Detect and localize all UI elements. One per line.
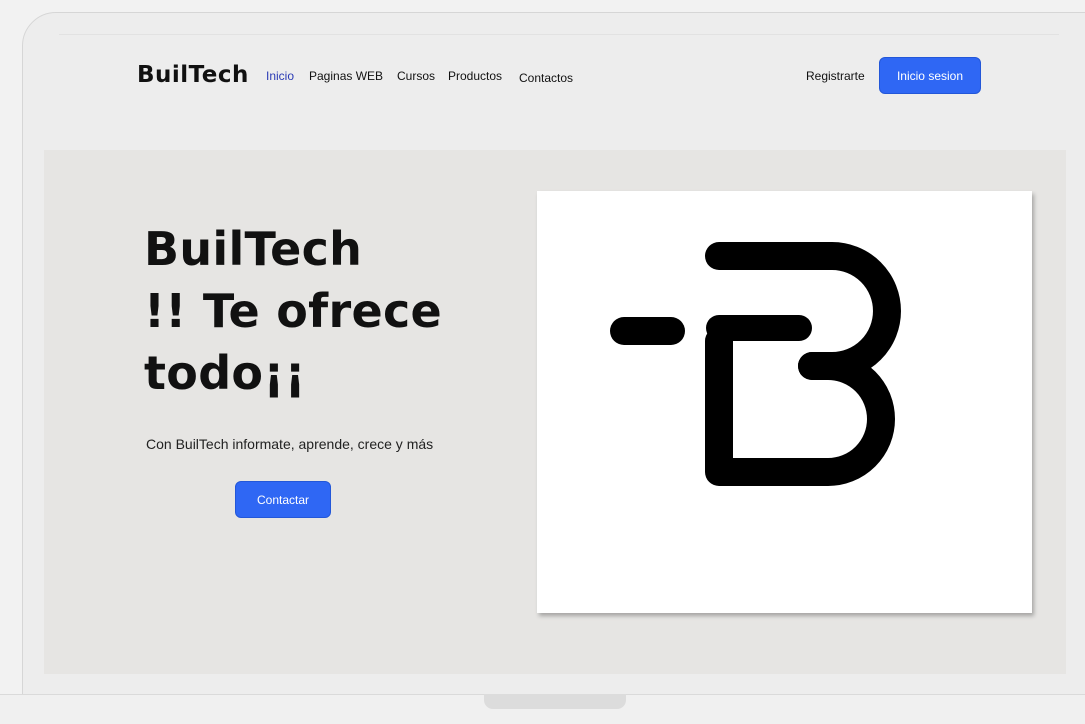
logo-card xyxy=(537,191,1032,613)
login-button[interactable]: Inicio sesion xyxy=(879,57,981,94)
hero-title-line-2: !! Te ofrece xyxy=(144,284,443,338)
hero-title: BuilTech !! Te ofrece todo¡¡ xyxy=(144,218,442,404)
hero-title-line-3: todo¡¡ xyxy=(144,346,306,400)
logo-top-bowl xyxy=(705,242,901,380)
brand-logo-text[interactable]: BuilTech xyxy=(137,62,249,88)
nav-item-productos[interactable]: Productos xyxy=(448,69,502,83)
nav-item-contactos[interactable]: Contactos xyxy=(519,71,573,85)
screen-top-divider xyxy=(59,34,1059,35)
hero-title-line-1: BuilTech xyxy=(144,222,363,276)
hero-subtitle: Con BuilTech informate, aprende, crece y… xyxy=(146,436,434,452)
nav-item-paginas-web[interactable]: Paginas WEB xyxy=(309,69,383,83)
laptop-notch xyxy=(484,694,626,709)
hero-section: BuilTech !! Te ofrece todo¡¡ Con BuilTec… xyxy=(44,150,1066,674)
nav-item-inicio[interactable]: Inicio xyxy=(266,69,294,83)
nav-item-cursos[interactable]: Cursos xyxy=(397,69,435,83)
logo-lower-bowl xyxy=(705,327,895,486)
register-link[interactable]: Registrarte xyxy=(806,69,865,83)
contact-button[interactable]: Contactar xyxy=(235,481,331,518)
builtech-b-logo-icon xyxy=(610,242,901,486)
